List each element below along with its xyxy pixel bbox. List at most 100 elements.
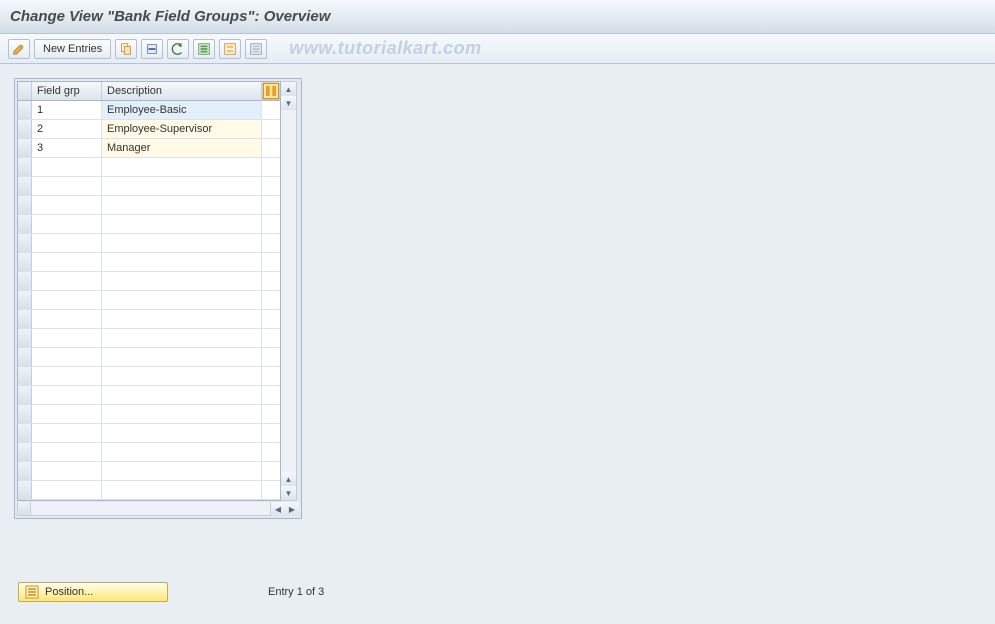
cell-description[interactable] (102, 310, 262, 328)
row-selector[interactable] (18, 291, 32, 309)
cell-field-grp[interactable] (32, 329, 102, 347)
row-selector-header[interactable] (18, 82, 32, 100)
cell-field-grp[interactable] (32, 386, 102, 404)
cell-field-grp[interactable] (32, 367, 102, 385)
scroll-track[interactable] (281, 110, 296, 472)
cell-field-grp[interactable] (32, 196, 102, 214)
cell-description[interactable] (102, 424, 262, 442)
cell-field-grp[interactable] (32, 291, 102, 309)
cell-description[interactable] (102, 215, 262, 233)
table-row-empty[interactable] (18, 234, 280, 253)
table-row-empty[interactable] (18, 386, 280, 405)
horizontal-scrollbar[interactable]: ◀ ▶ (17, 502, 299, 516)
cell-description[interactable] (102, 253, 262, 271)
cell-description[interactable] (102, 158, 262, 176)
row-selector[interactable] (18, 310, 32, 328)
row-selector[interactable] (18, 253, 32, 271)
row-selector[interactable] (18, 139, 32, 157)
cell-description[interactable] (102, 291, 262, 309)
cell-description[interactable]: Employee-Basic (102, 101, 262, 119)
scroll-right-icon[interactable]: ▶ (285, 502, 299, 516)
cell-description[interactable] (102, 462, 262, 480)
select-all-button[interactable] (193, 39, 215, 59)
cell-field-grp[interactable] (32, 443, 102, 461)
select-block-button[interactable] (219, 39, 241, 59)
row-selector[interactable] (18, 367, 32, 385)
row-selector[interactable] (18, 120, 32, 138)
cell-description[interactable] (102, 386, 262, 404)
table-row[interactable]: 3Manager (18, 139, 280, 158)
cell-description[interactable] (102, 367, 262, 385)
cell-field-grp[interactable] (32, 158, 102, 176)
cell-field-grp[interactable] (32, 177, 102, 195)
cell-field-grp[interactable] (32, 481, 102, 499)
table-row-empty[interactable] (18, 177, 280, 196)
scroll-up2-icon[interactable]: ▲ (281, 472, 296, 486)
scroll-down-icon[interactable]: ▼ (281, 96, 296, 110)
cell-field-grp[interactable]: 1 (32, 101, 102, 119)
scroll-left-icon[interactable]: ◀ (271, 502, 285, 516)
table-row[interactable]: 2Employee-Supervisor (18, 120, 280, 139)
table-row-empty[interactable] (18, 215, 280, 234)
table-settings-button[interactable] (262, 82, 280, 100)
row-selector[interactable] (18, 424, 32, 442)
table-row-empty[interactable] (18, 405, 280, 424)
table-row-empty[interactable] (18, 443, 280, 462)
position-button[interactable]: Position... (18, 582, 168, 602)
row-selector[interactable] (18, 443, 32, 461)
deselect-all-button[interactable] (245, 39, 267, 59)
row-selector[interactable] (18, 177, 32, 195)
row-selector[interactable] (18, 462, 32, 480)
undo-change-button[interactable] (167, 39, 189, 59)
cell-field-grp[interactable]: 3 (32, 139, 102, 157)
scroll-down2-icon[interactable]: ▼ (281, 486, 296, 500)
cell-description[interactable] (102, 177, 262, 195)
column-header-field-grp[interactable]: Field grp (32, 82, 102, 100)
cell-field-grp[interactable] (32, 272, 102, 290)
new-entries-button[interactable]: New Entries (34, 39, 111, 59)
cell-field-grp[interactable] (32, 234, 102, 252)
vertical-scrollbar[interactable]: ▲ ▼ ▲ ▼ (281, 81, 297, 501)
row-selector[interactable] (18, 386, 32, 404)
cell-field-grp[interactable] (32, 405, 102, 423)
row-selector[interactable] (18, 348, 32, 366)
row-selector[interactable] (18, 234, 32, 252)
cell-field-grp[interactable] (32, 310, 102, 328)
copy-as-button[interactable] (115, 39, 137, 59)
cell-description[interactable] (102, 234, 262, 252)
cell-description[interactable] (102, 443, 262, 461)
table-row-empty[interactable] (18, 310, 280, 329)
table-row-empty[interactable] (18, 272, 280, 291)
row-selector[interactable] (18, 158, 32, 176)
row-selector[interactable] (18, 329, 32, 347)
table-row-empty[interactable] (18, 291, 280, 310)
cell-field-grp[interactable] (32, 215, 102, 233)
row-selector[interactable] (18, 196, 32, 214)
cell-description[interactable] (102, 196, 262, 214)
cell-description[interactable]: Employee-Supervisor (102, 120, 262, 138)
table-row-empty[interactable] (18, 348, 280, 367)
cell-description[interactable] (102, 348, 262, 366)
cell-description[interactable] (102, 272, 262, 290)
cell-field-grp[interactable] (32, 253, 102, 271)
row-selector[interactable] (18, 481, 32, 499)
toggle-display-change-button[interactable] (8, 39, 30, 59)
table-row[interactable]: 1Employee-Basic (18, 101, 280, 120)
table-row-empty[interactable] (18, 196, 280, 215)
row-selector[interactable] (18, 272, 32, 290)
cell-description[interactable]: Manager (102, 139, 262, 157)
cell-description[interactable] (102, 329, 262, 347)
row-selector[interactable] (18, 405, 32, 423)
cell-description[interactable] (102, 481, 262, 499)
cell-field-grp[interactable] (32, 348, 102, 366)
table-row-empty[interactable] (18, 329, 280, 348)
table-row-empty[interactable] (18, 481, 280, 500)
cell-description[interactable] (102, 405, 262, 423)
row-selector[interactable] (18, 215, 32, 233)
column-header-description[interactable]: Description (102, 82, 262, 100)
hscroll-track[interactable] (31, 502, 271, 516)
table-row-empty[interactable] (18, 424, 280, 443)
table-row-empty[interactable] (18, 462, 280, 481)
cell-field-grp[interactable] (32, 424, 102, 442)
table-row-empty[interactable] (18, 367, 280, 386)
